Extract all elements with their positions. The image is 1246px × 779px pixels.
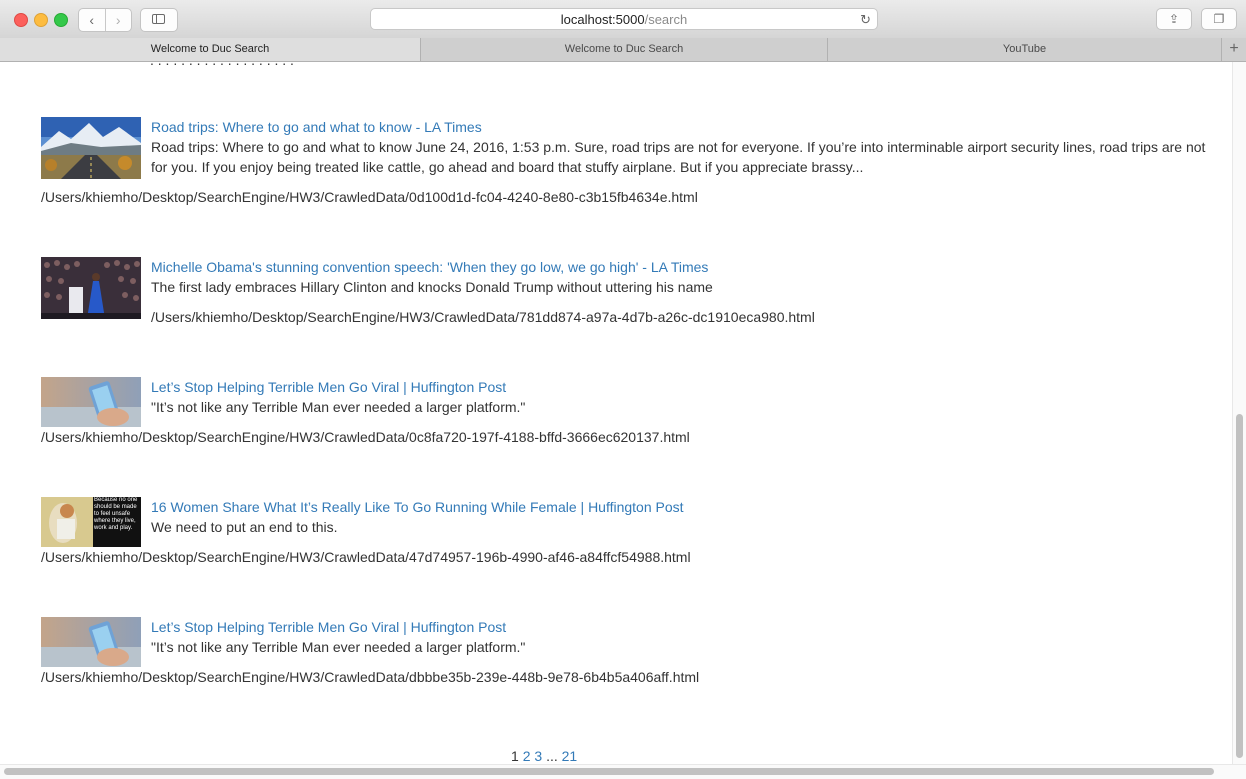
result-title-link[interactable]: 16 Women Share What It’s Really Like To … xyxy=(151,497,684,517)
sidebar-icon xyxy=(152,14,165,24)
tab-1[interactable]: Welcome to Duc Search xyxy=(0,38,421,61)
page-link-2[interactable]: 2 xyxy=(523,748,531,764)
result-snippet: The first lady embraces Hillary Clinton … xyxy=(151,279,713,295)
back-button[interactable]: ‹ xyxy=(79,9,105,31)
address-bar[interactable]: localhost:5000/search ↻ xyxy=(370,8,878,30)
tab-bar: Welcome to Duc Search Welcome to Duc Sea… xyxy=(0,38,1246,62)
result-snippet: "It’s not like any Terrible Man ever nee… xyxy=(151,399,526,415)
pagination: 1 2 3 ... 21 xyxy=(511,748,577,764)
search-result: Let’s Stop Helping Terrible Men Go Viral… xyxy=(41,617,1221,687)
url-host: localhost:5000 xyxy=(560,12,645,27)
result-thumbnail[interactable] xyxy=(41,257,141,319)
result-title-link[interactable]: Road trips: Where to go and what to know… xyxy=(151,117,482,137)
chevron-right-icon: › xyxy=(115,12,121,28)
chevron-left-icon: ‹ xyxy=(89,12,95,28)
zoom-window-button[interactable] xyxy=(54,13,68,27)
share-icon: ⇪ xyxy=(1168,12,1180,26)
forward-button[interactable]: › xyxy=(104,9,132,31)
result-title-link[interactable]: Let’s Stop Helping Terrible Men Go Viral… xyxy=(151,377,506,397)
vertical-scroll-thumb[interactable] xyxy=(1236,414,1243,758)
reload-icon[interactable]: ↻ xyxy=(860,9,871,30)
page-ellipsis: ... xyxy=(546,748,558,764)
result-path: /Users/khiemho/Desktop/SearchEngine/HW3/… xyxy=(41,189,698,205)
sidebar-toggle-button[interactable] xyxy=(140,8,178,32)
result-snippet: We need to put an end to this. xyxy=(151,519,338,535)
tab-2[interactable]: Welcome to Duc Search xyxy=(421,38,828,61)
horizontal-scroll-thumb[interactable] xyxy=(4,768,1214,775)
close-window-button[interactable] xyxy=(14,13,28,27)
vertical-scrollbar[interactable] xyxy=(1232,62,1246,766)
result-path: /Users/khiemho/Desktop/SearchEngine/HW3/… xyxy=(41,549,691,565)
new-tab-button[interactable]: + xyxy=(1222,38,1246,61)
share-button[interactable]: ⇪ xyxy=(1156,8,1192,30)
result-title-link[interactable]: Michelle Obama's stunning convention spe… xyxy=(151,257,708,277)
search-result: Let’s Stop Helping Terrible Men Go Viral… xyxy=(41,377,1221,447)
horizontal-scrollbar[interactable] xyxy=(0,764,1246,779)
result-title-link[interactable]: Let’s Stop Helping Terrible Men Go Viral… xyxy=(151,617,506,637)
thumbnail-caption: Because no one should be made to feel un… xyxy=(94,497,138,531)
result-snippet: "It’s not like any Terrible Man ever nee… xyxy=(151,639,526,655)
result-path: /Users/khiemho/Desktop/SearchEngine/HW3/… xyxy=(41,429,690,445)
page-content: . . . . . . . . . . . . . . . . . . . Ro… xyxy=(0,62,1232,766)
page-current: 1 xyxy=(511,748,519,764)
history-nav: ‹ › xyxy=(78,8,132,32)
title-bar: ‹ › localhost:5000/search ↻ ⇪ ❐ xyxy=(0,0,1246,39)
page-link-last[interactable]: 21 xyxy=(562,748,578,764)
tabs-icon: ❐ xyxy=(1213,12,1225,26)
search-result: Because no one should be made to feel un… xyxy=(41,497,1221,567)
tab-3[interactable]: YouTube xyxy=(828,38,1222,61)
result-snippet: Road trips: Where to go and what to know… xyxy=(151,139,1206,175)
result-path: /Users/khiemho/Desktop/SearchEngine/HW3/… xyxy=(151,309,815,325)
page-link-3[interactable]: 3 xyxy=(534,748,542,764)
search-result: Michelle Obama's stunning convention spe… xyxy=(41,257,1221,327)
scrolled-off-text: . . . . . . . . . . . . . . . . . . . xyxy=(150,62,294,68)
result-thumbnail[interactable] xyxy=(41,117,141,179)
search-result: Road trips: Where to go and what to know… xyxy=(41,117,1221,207)
show-tabs-button[interactable]: ❐ xyxy=(1201,8,1237,30)
result-path: /Users/khiemho/Desktop/SearchEngine/HW3/… xyxy=(41,669,700,685)
url-path: /search xyxy=(644,12,688,27)
minimize-window-button[interactable] xyxy=(34,13,48,27)
